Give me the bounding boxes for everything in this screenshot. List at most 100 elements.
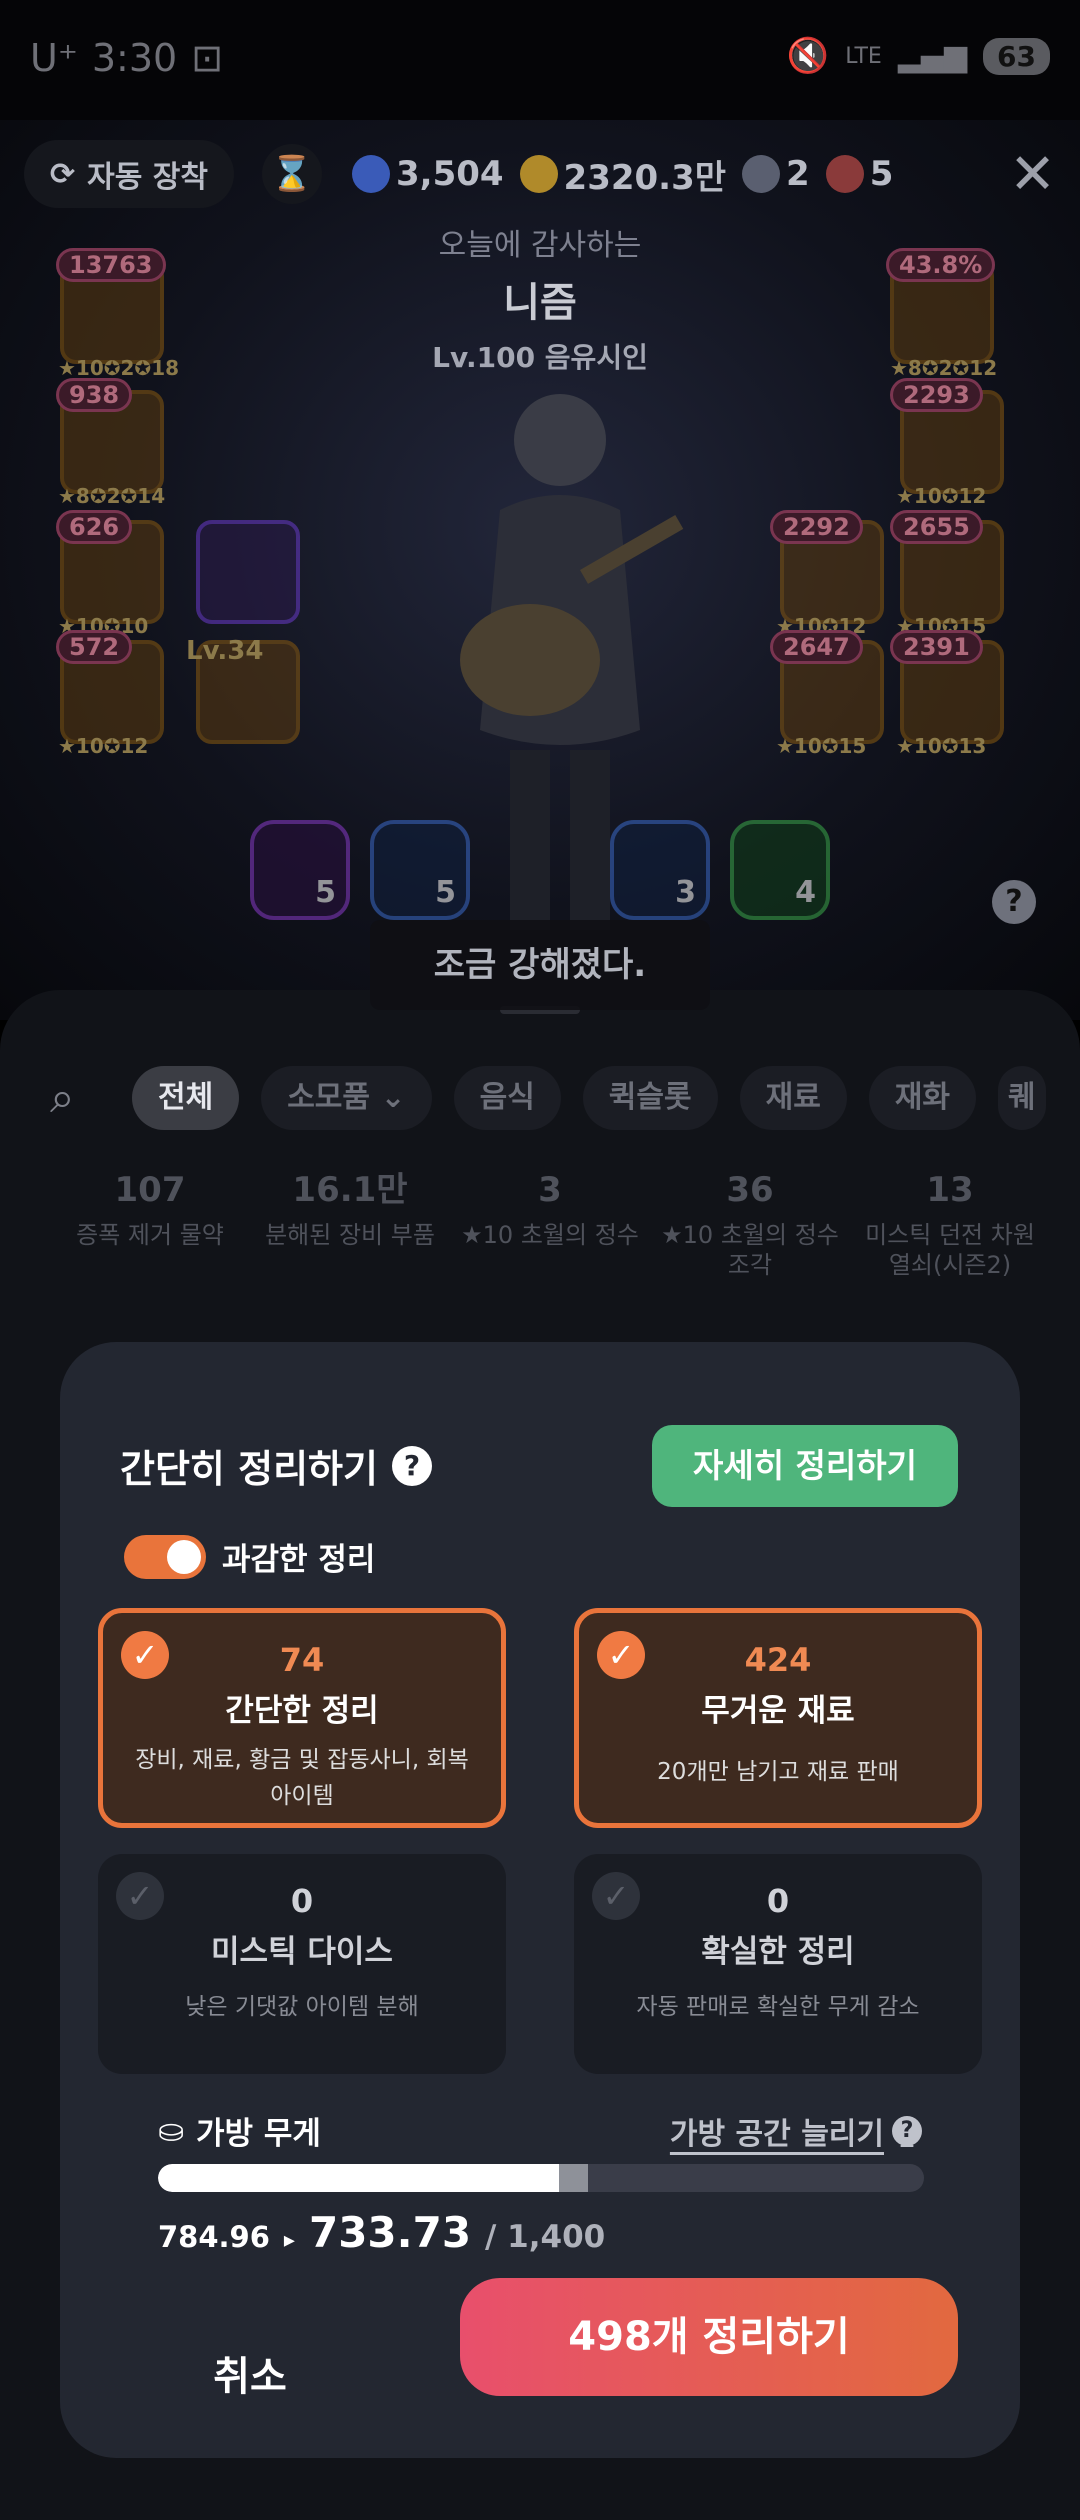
search-icon[interactable]: ⌕	[50, 1068, 110, 1128]
inventory-item[interactable]: 107 증폭 제거 물약	[60, 1160, 240, 1280]
consumable-slot[interactable]: 3	[610, 820, 710, 920]
slot-stars: ★10✪13	[896, 734, 987, 758]
bag-weight-bar	[158, 2164, 924, 2192]
mute-icon: 🔇	[786, 36, 830, 76]
checkmark-icon: ✓	[116, 1872, 164, 1920]
filter-materials[interactable]: 재료	[739, 1066, 847, 1130]
consumable-count: 3	[675, 875, 696, 910]
inventory-item[interactable]: 3 ★10 초월의 정수	[460, 1160, 640, 1280]
checkmark-icon: ✓	[592, 1872, 640, 1920]
signal-icon: ▂▄▆	[897, 38, 968, 74]
close-icon[interactable]: ✕	[1009, 142, 1056, 207]
auto-equip-label: 자동 장착	[87, 160, 208, 195]
filter-tabs: ⌕ 전체 소모품 ⌄ 음식 퀵슬롯 재료 재화 퀘	[50, 1066, 1046, 1130]
slot-badge: 13763	[56, 248, 166, 282]
filter-quest[interactable]: 퀘	[998, 1066, 1046, 1130]
gold-coin-icon	[519, 155, 558, 193]
inventory-item[interactable]: 36 ★10 초월의 정수 조각	[660, 1160, 840, 1280]
cancel-button[interactable]: 취소	[150, 2322, 350, 2432]
slot-stars: ★8✪2✪12	[890, 356, 998, 380]
consumable-slot[interactable]: 5	[370, 820, 470, 920]
consumable-slot[interactable]: 4	[730, 820, 830, 920]
help-icon: ?	[892, 2115, 922, 2146]
pet-level: Lv.34	[186, 636, 264, 666]
option-sure-organize[interactable]: ✓ 0 확실한 정리 자동 판매로 확실한 무게 감소	[574, 1854, 982, 2074]
slot-badge: 626	[56, 510, 133, 544]
checkmark-icon: ✓	[121, 1631, 169, 1679]
toggle-knob	[167, 1539, 201, 1574]
currency-value: 2320.3만	[563, 157, 727, 198]
option-heavy-materials[interactable]: ✓ 424 무거운 재료 20개만 남기고 재료 판매	[574, 1608, 982, 1828]
battery-indicator: 63	[983, 37, 1050, 75]
quick-organize-dialog: 간단히 정리하기 ? 자세히 정리하기 과감한 정리 ✓ 74 간단한 정리 장…	[60, 1342, 1020, 2458]
bag-weight-label: ⛀ 가방 무게	[158, 2108, 321, 2153]
detailed-organize-button[interactable]: 자세히 정리하기	[652, 1425, 958, 1507]
slot-stars: ★10✪15	[776, 734, 867, 758]
currency-value: 5	[869, 154, 894, 194]
status-left: U⁺ 3:30 ⊡	[30, 36, 223, 80]
character-screen: ⟳ 자동 장착 ⌛ 3,504 2320.3만 2 5 ✕ 오늘에 감사하는 니…	[0, 120, 1080, 1020]
help-icon[interactable]: ?	[391, 1445, 432, 1486]
status-bar: U⁺ 3:30 ⊡ 🔇 LTE ▂▄▆ 63	[0, 0, 1080, 120]
bold-organize-toggle[interactable]	[124, 1534, 206, 1579]
slot-stars: ★10✪12	[58, 734, 149, 758]
slot-stars: ★10✪12	[896, 484, 987, 508]
option-title: 미스틱 다이스	[211, 1934, 393, 1970]
dialog-title-text: 간단히 정리하기	[120, 1447, 378, 1491]
item-name: ★10 초월의 정수 조각	[661, 1221, 839, 1279]
slot-stars: ★8✪2✪14	[58, 484, 166, 508]
option-desc: 20개만 남기고 재료 판매	[657, 1759, 899, 1785]
refresh-icon: ⟳	[50, 156, 76, 192]
option-simple-organize[interactable]: ✓ 74 간단한 정리 장비, 재료, 황금 및 잡동사니, 회복 아이템	[98, 1608, 506, 1828]
expand-bag-link[interactable]: 가방 공간 늘리기 ?	[670, 2109, 922, 2153]
consumable-count: 5	[435, 875, 456, 910]
auto-equip-button[interactable]: ⟳ 자동 장착	[24, 140, 234, 208]
slot-badge: 2655	[890, 510, 983, 544]
weight-before: 784.96	[158, 2220, 270, 2254]
weight-icon: ⛀	[158, 2112, 184, 2149]
help-icon[interactable]: ?	[992, 880, 1036, 924]
option-desc: 장비, 재료, 황금 및 잡동사니, 회복 아이템	[135, 1747, 469, 1809]
slot-badge: 2647	[770, 630, 863, 664]
slot-badge: 572	[56, 630, 133, 664]
dialog-title: 간단히 정리하기 ?	[120, 1438, 432, 1493]
currency-blue-orb: 3,504	[352, 154, 504, 194]
filter-consumables-label: 소모품	[287, 1080, 371, 1115]
hourglass-icon: ⌛	[270, 154, 314, 194]
option-desc: 자동 판매로 확실한 무게 감소	[636, 1994, 920, 2020]
top-hud: ⟳ 자동 장착 ⌛ 3,504 2320.3만 2 5 ✕	[24, 134, 1056, 214]
consumable-slot[interactable]: 5	[250, 820, 350, 920]
weight-after: 733.73	[308, 2208, 472, 2257]
currency-dark-orb: 2	[742, 154, 810, 194]
option-title: 확실한 정리	[701, 1934, 855, 1970]
option-mystic-dice[interactable]: ✓ 0 미스틱 다이스 낮은 기댓값 아이템 분해	[98, 1854, 506, 2074]
filter-food[interactable]: 음식	[453, 1066, 561, 1130]
filter-quickslot[interactable]: 퀵슬롯	[582, 1066, 718, 1130]
weight-max: / 1,400	[485, 2219, 606, 2255]
bag-weight-fill	[158, 2164, 560, 2192]
inventory-item[interactable]: 16.1만 분해된 장비 부품	[260, 1160, 440, 1280]
item-name: 분해된 장비 부품	[265, 1221, 435, 1249]
filter-all[interactable]: 전체	[132, 1066, 240, 1130]
currency-value: 2	[786, 154, 810, 194]
inventory-item[interactable]: 13 미스틱 던전 차원 열쇠(시즌2)	[860, 1160, 1040, 1280]
clock: 3:30	[91, 36, 178, 80]
filter-currency[interactable]: 재화	[868, 1066, 977, 1130]
checkmark-icon: ✓	[597, 1631, 645, 1679]
currency-gold: 2320.3만	[519, 150, 727, 199]
chevron-down-icon: ⌄	[380, 1080, 406, 1115]
consumable-quickbar: 5 5 3 4	[0, 820, 1080, 930]
item-name: ★10 초월의 정수	[461, 1221, 639, 1249]
currency-value: 3,504	[396, 154, 504, 194]
hourglass-button[interactable]: ⌛	[262, 144, 322, 204]
filter-consumables[interactable]: 소모품 ⌄	[261, 1066, 432, 1130]
slot-badge: 43.8%	[886, 248, 996, 282]
item-count: 16.1만	[292, 1170, 408, 1210]
artifact-slot[interactable]	[196, 520, 300, 624]
item-count: 36	[726, 1170, 774, 1210]
carrier-label: U⁺	[30, 36, 78, 80]
bag-weight-text: 가방 무게	[195, 2116, 321, 2152]
toggle-label: 과감한 정리	[222, 1542, 376, 1578]
confirm-organize-button[interactable]: 498개 정리하기	[460, 2278, 958, 2396]
item-name: 미스틱 던전 차원 열쇠(시즌2)	[865, 1221, 1035, 1279]
